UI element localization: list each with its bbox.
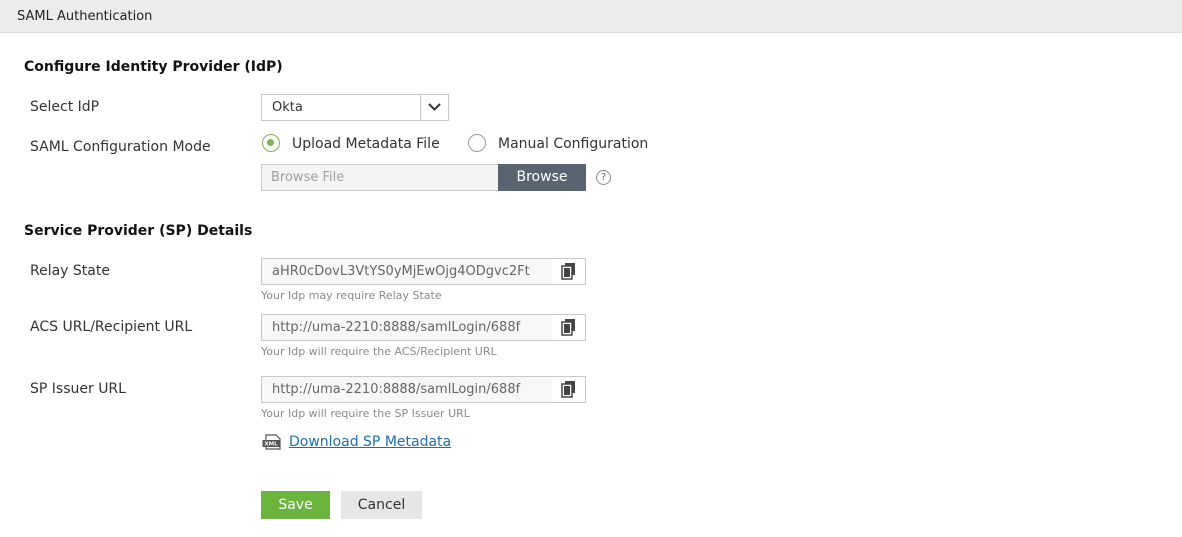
acs-url-value: http://uma-2210:8888/samlLogin/688f: [272, 320, 521, 335]
acs-url-label: ACS URL/Recipient URL: [30, 319, 193, 335]
relay-state-value: aHR0cDovL3VtYS0yMjEwOjg4ODgvc2Ft: [272, 264, 530, 279]
copy-icon[interactable]: [552, 315, 585, 340]
select-idp-dropdown[interactable]: Okta: [261, 94, 449, 121]
browse-button[interactable]: Browse: [498, 164, 586, 191]
saml-mode-label: SAML Configuration Mode: [30, 139, 211, 155]
help-icon[interactable]: ?: [596, 170, 611, 185]
sp-issuer-url-field[interactable]: http://uma-2210:8888/samlLogin/688f: [261, 376, 586, 403]
browse-file-input[interactable]: [261, 164, 499, 191]
radio-manual-configuration[interactable]: [468, 134, 486, 152]
xml-icon-text: XML: [264, 442, 278, 448]
idp-section-title: Configure Identity Provider (IdP): [24, 59, 283, 75]
copy-icon[interactable]: [552, 377, 585, 402]
copy-icon[interactable]: [552, 259, 585, 284]
page-title: SAML Authentication: [17, 9, 153, 24]
download-sp-metadata-link[interactable]: Download SP Metadata: [289, 434, 451, 450]
sp-issuer-url-value: http://uma-2210:8888/samlLogin/688f: [272, 382, 521, 397]
chevron-down-icon[interactable]: [420, 95, 448, 120]
acs-url-field[interactable]: http://uma-2210:8888/samlLogin/688f: [261, 314, 586, 341]
radio-manual-configuration-label[interactable]: Manual Configuration: [498, 136, 648, 152]
relay-state-field[interactable]: aHR0cDovL3VtYS0yMjEwOjg4ODgvc2Ft: [261, 258, 586, 285]
select-idp-label: Select IdP: [30, 99, 100, 115]
sp-issuer-url-label: SP Issuer URL: [30, 381, 126, 397]
select-idp-value: Okta: [272, 100, 303, 115]
acs-url-hint: Your Idp will require the ACS/Recipient …: [261, 345, 497, 358]
relay-state-label: Relay State: [30, 263, 110, 279]
relay-state-hint: Your Idp may require Relay State: [261, 289, 442, 302]
cancel-button[interactable]: Cancel: [341, 491, 422, 519]
page-header: SAML Authentication: [0, 0, 1182, 33]
sp-issuer-url-hint: Your Idp will require the SP Issuer URL: [261, 407, 470, 420]
radio-upload-metadata[interactable]: [262, 134, 280, 152]
xml-file-icon: XML: [262, 434, 284, 454]
radio-upload-metadata-label[interactable]: Upload Metadata File: [292, 136, 440, 152]
save-button[interactable]: Save: [261, 491, 330, 519]
sp-section-title: Service Provider (SP) Details: [24, 223, 253, 239]
